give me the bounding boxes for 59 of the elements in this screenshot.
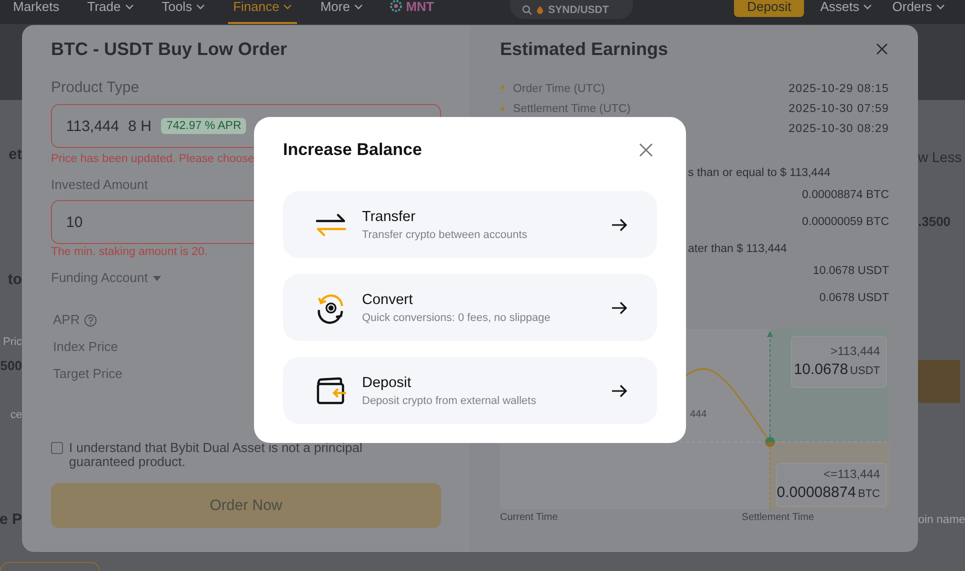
wallet-icon <box>315 374 347 406</box>
price-dot <box>765 437 775 447</box>
close-icon[interactable] <box>639 143 653 157</box>
agreement-checkbox[interactable] <box>51 442 63 454</box>
earning-value: 0.00000059 BTC <box>802 215 889 230</box>
balance-option[interactable]: Convert Quick conversions: 0 fees, no slippage <box>283 274 657 341</box>
page-button[interactable] <box>915 360 960 403</box>
nav-menu[interactable]: Orders <box>892 0 945 13</box>
modal-title: BTC - USDT Buy Low Order <box>51 38 288 60</box>
time-value: 2025-10-30 07:59 <box>788 103 889 115</box>
axis-label: Settlement Time <box>742 511 814 525</box>
caret-icon <box>863 4 872 10</box>
deposit-button[interactable]: Deposit <box>734 0 804 17</box>
unit-text: BTC <box>858 487 880 502</box>
apr-badge: 742.97 % APR <box>161 118 246 134</box>
time-value: 2025-10-29 08:15 <box>788 83 889 95</box>
detail-label: Target Price <box>53 365 122 383</box>
balance-option[interactable]: Transfer Transfer crypto between accounts <box>283 191 657 258</box>
condition-text: <=113,444 <box>823 466 880 483</box>
earning-value: 0.0678 USDT <box>819 291 889 306</box>
dropdown-icon <box>152 276 161 280</box>
condition-text: ater than $ 113,444 <box>688 242 787 257</box>
amount-text: 10.0678 <box>794 360 848 380</box>
error-text: The min. staking amount is 20. <box>51 245 209 259</box>
nav-link[interactable]: Markets <box>8 0 64 24</box>
page-text: ce <box>10 408 22 422</box>
field-label: Product Type <box>51 78 140 98</box>
unit-text: USDT <box>850 364 880 379</box>
condition-text: s than or equal to $ 113,444 <box>688 166 830 181</box>
nav-link[interactable]: Trade <box>82 0 139 24</box>
page-text: Pric <box>3 335 22 349</box>
detail-label: APR <box>53 311 80 329</box>
nav-menu[interactable]: Assets <box>820 0 872 13</box>
condition-text: >113,444 <box>830 343 880 360</box>
axis-label: Current Time <box>500 511 558 525</box>
outline-button[interactable] <box>0 562 100 571</box>
detail-label: Index Price <box>53 338 118 356</box>
time-label: Order Time (UTC) <box>513 83 605 95</box>
nav-link[interactable]: More <box>315 0 368 24</box>
time-value: 2025-10-30 08:29 <box>788 123 889 135</box>
agreement-text: I understand that Bybit Dual Asset is not a principal guaranteed product. <box>69 441 364 469</box>
search-icon <box>522 4 532 14</box>
timeline-dot-icon <box>500 83 505 95</box>
nav-link[interactable]: Tools <box>156 0 210 24</box>
earning-value: 10.0678 USDT <box>812 264 889 279</box>
error-text: Price has been updated. Please choose <box>51 152 256 166</box>
search-field[interactable]: SYND/USDT <box>510 0 634 19</box>
panel-title: Estimated Earnings <box>500 38 668 60</box>
price-text: 444 <box>690 409 707 420</box>
close-icon[interactable] <box>876 43 888 55</box>
amount-text: 0.00008874 <box>776 483 856 503</box>
coin-icon <box>390 0 402 12</box>
time-label: Settlement Time (UTC) <box>513 103 631 115</box>
page-text: oin name <box>918 513 965 527</box>
earning-value: 0.00008874 BTC <box>802 188 889 203</box>
balance-option[interactable]: Deposit Deposit crypto from external wallets <box>283 357 657 424</box>
caret-icon <box>936 4 945 10</box>
field-label: Invested Amount <box>51 176 149 194</box>
flame-icon <box>537 6 544 14</box>
